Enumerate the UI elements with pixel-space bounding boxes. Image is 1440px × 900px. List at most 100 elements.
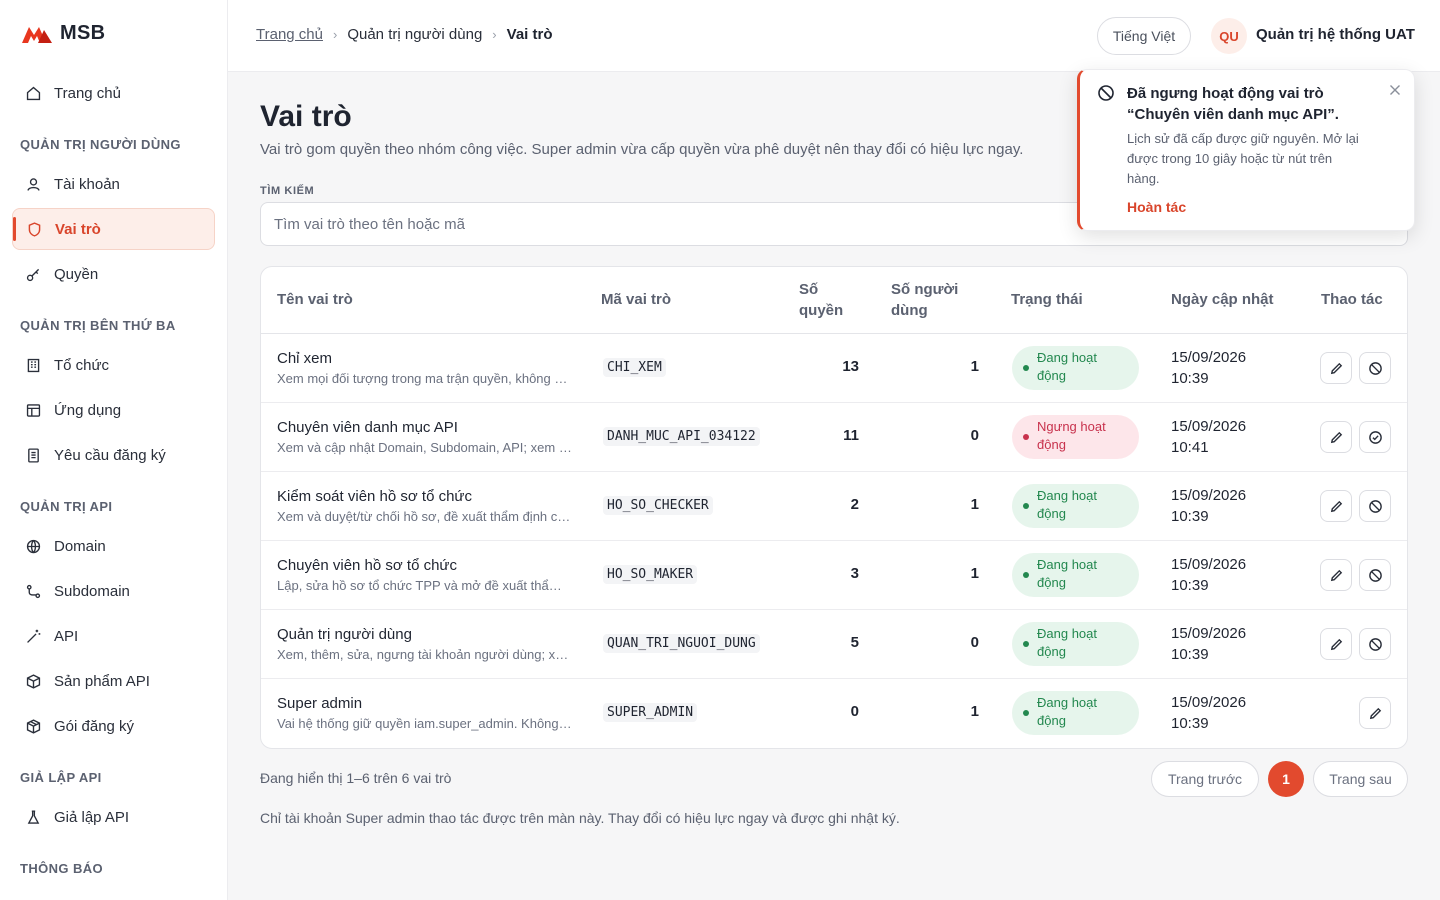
- user-icon: [27, 177, 40, 191]
- sidebar-item-label: Ứng dụng: [54, 401, 122, 419]
- role-description: Xem và duyệt/từ chối hồ sơ, đề xuất thẩm…: [277, 509, 572, 524]
- sidebar-item-permissions[interactable]: Quyền: [12, 253, 215, 295]
- sidebar-item-roles[interactable]: Vai trò: [12, 208, 215, 250]
- status-line2: động: [1037, 644, 1066, 659]
- breadcrumb-home[interactable]: Trang chủ: [256, 26, 323, 43]
- status-line1: Đang hoạt: [1037, 695, 1097, 710]
- page-description: Vai trò gom quyền theo nhóm công việc. S…: [260, 141, 1024, 158]
- wand-icon: [27, 629, 41, 643]
- globe-icon: [26, 539, 41, 553]
- status-line2: động: [1037, 713, 1066, 728]
- sidebar-item-subscriptions[interactable]: Gói đăng ký: [12, 705, 215, 747]
- status-badge: Ngưng hoạt động: [1012, 415, 1139, 459]
- status-badge: Đang hoạt động: [1012, 484, 1139, 528]
- role-code: DANH_MUC_API_034122: [603, 427, 760, 446]
- edit-button[interactable]: [1320, 352, 1352, 384]
- updated-at: 15/09/2026 10:39: [1171, 554, 1246, 596]
- edit-button[interactable]: [1320, 421, 1352, 453]
- sidebar-item-label: Sản phẩm API: [54, 672, 150, 690]
- current-page[interactable]: 1: [1268, 761, 1304, 797]
- sidebar-item-label: Quyền: [54, 265, 99, 283]
- sidebar-item-api[interactable]: API: [12, 615, 215, 657]
- undo-button[interactable]: Hoàn tác: [1127, 199, 1186, 215]
- ban-icon: [1368, 637, 1382, 651]
- col-perms: Số quyền: [799, 279, 843, 321]
- col-actions: Thao tác: [1321, 291, 1383, 308]
- section-api: QUẢN TRỊ API: [20, 499, 113, 514]
- status-badge: Đang hoạt động: [1012, 691, 1139, 735]
- updated-at: 15/09/2026 10:39: [1171, 485, 1246, 527]
- updated-time: 10:39: [1171, 370, 1209, 387]
- footer-note: Chỉ tài khoản Super admin thao tác được …: [260, 810, 900, 826]
- prev-page-button[interactable]: Trang trước: [1151, 761, 1259, 797]
- user-count: 1: [970, 358, 979, 375]
- msb-logo-icon: [22, 26, 52, 43]
- ban-icon: [1368, 361, 1382, 375]
- ban-icon: [1368, 568, 1382, 582]
- sidebar-item-home[interactable]: Trang chủ: [12, 72, 215, 114]
- sidebar-item-apps[interactable]: Ứng dụng: [12, 389, 215, 431]
- updated-time: 10:39: [1171, 715, 1209, 732]
- edit-button[interactable]: [1320, 490, 1352, 522]
- updated-at: 15/09/2026 10:39: [1171, 623, 1246, 665]
- deactivate-button[interactable]: [1359, 559, 1391, 591]
- sidebar-item-api-products[interactable]: Sản phẩm API: [12, 660, 215, 702]
- role-description: Xem mọi đối tượng trong ma trận quyền, k…: [277, 371, 572, 386]
- status-line2: động: [1037, 506, 1066, 521]
- role-description: Xem và cập nhật Domain, Subdomain, API; …: [277, 440, 572, 455]
- pencil-icon: [1369, 707, 1381, 719]
- package-icon: [26, 718, 41, 734]
- status-line2: động: [1037, 437, 1066, 452]
- updated-time: 10:41: [1171, 439, 1209, 456]
- status-line1: Đang hoạt: [1037, 626, 1097, 641]
- sidebar-item-label: API: [54, 627, 79, 645]
- edit-button[interactable]: [1320, 559, 1352, 591]
- breadcrumb-users[interactable]: Quản trị người dùng: [347, 26, 482, 43]
- results-summary: Đang hiển thị 1–6 trên 6 vai trò: [260, 770, 452, 786]
- updated-at: 15/09/2026 10:39: [1171, 347, 1246, 389]
- sidebar-item-domain[interactable]: Domain: [12, 525, 215, 567]
- avatar[interactable]: QU: [1211, 18, 1247, 54]
- col-perms-line1: Số: [799, 281, 819, 298]
- updated-at: 15/09/2026 10:39: [1171, 692, 1246, 734]
- edit-button[interactable]: [1320, 628, 1352, 660]
- user-count: 0: [970, 634, 979, 651]
- sidebar-item-api-sim[interactable]: Giả lập API: [12, 796, 215, 838]
- user-name[interactable]: Quản trị hệ thống UAT: [1256, 26, 1415, 43]
- pencil-icon: [1330, 500, 1342, 512]
- sidebar-item-subdomain[interactable]: Subdomain: [12, 570, 215, 612]
- role-code: SUPER_ADMIN: [603, 703, 698, 722]
- sidebar-item-accounts[interactable]: Tài khoản: [12, 163, 215, 205]
- sidebar-item-orgs[interactable]: Tổ chức: [12, 344, 215, 386]
- next-page-button[interactable]: Trang sau: [1313, 761, 1408, 797]
- sidebar-item-label: Giả lập API: [54, 808, 130, 826]
- edit-button[interactable]: [1359, 697, 1391, 729]
- close-icon[interactable]: [1387, 82, 1403, 98]
- breadcrumb: Trang chủ › Quản trị người dùng › Vai tr…: [256, 26, 553, 43]
- pencil-icon: [1330, 362, 1342, 374]
- activate-button[interactable]: [1359, 421, 1391, 453]
- table-row: Quản trị người dùng Xem, thêm, sửa, ngưn…: [261, 610, 1407, 679]
- user-count: 1: [970, 496, 979, 513]
- app-window-icon: [26, 403, 41, 417]
- page-title: Vai trò: [260, 100, 352, 133]
- col-perms-line2: quyền: [799, 302, 844, 319]
- toast-notification: Đã ngưng hoạt động vai trò “Chuyên viên …: [1077, 69, 1415, 231]
- deactivate-button[interactable]: [1359, 490, 1391, 522]
- table-row: Chỉ xem Xem mọi đối tượng trong ma trận …: [261, 334, 1407, 403]
- user-count: 0: [970, 427, 979, 444]
- section-third-party: QUẢN TRỊ BÊN THỨ BA: [20, 318, 176, 333]
- brand-logo[interactable]: MSB: [20, 22, 105, 45]
- deactivate-button[interactable]: [1359, 352, 1391, 384]
- status-line1: Đang hoạt: [1037, 488, 1097, 503]
- building-icon: [27, 358, 40, 372]
- deactivate-button[interactable]: [1359, 628, 1391, 660]
- col-code: Mã vai trò: [601, 291, 672, 308]
- language-button[interactable]: Tiếng Việt: [1097, 17, 1191, 55]
- sidebar-item-requests[interactable]: Yêu cầu đăng ký: [12, 434, 215, 476]
- perm-count: 13: [842, 358, 859, 375]
- sidebar: MSB Trang chủ QUẢN TRỊ NGƯỜI DÙNG Tài kh…: [0, 0, 228, 900]
- breadcrumb-current: Vai trò: [506, 26, 553, 43]
- top-header: Trang chủ › Quản trị người dùng › Vai tr…: [228, 0, 1440, 72]
- table-header: Tên vai trò Mã vai trò Số quyền Số người…: [261, 267, 1407, 334]
